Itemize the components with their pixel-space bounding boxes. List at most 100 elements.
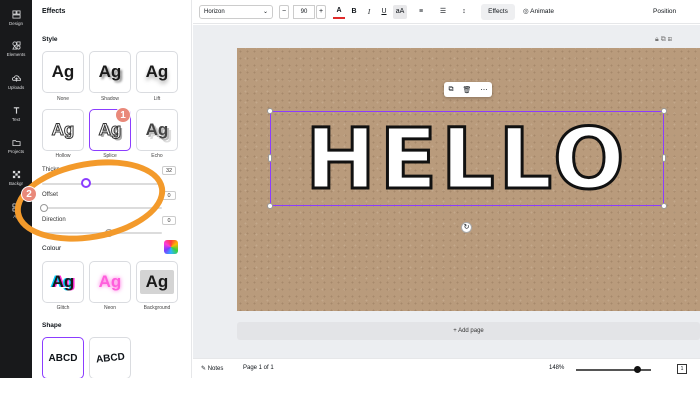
font-family-select[interactable]: Horizon ⌄ — [199, 5, 273, 19]
rail-item-text[interactable]: Text — [0, 106, 32, 122]
rail-label-projects: Projects — [7, 149, 25, 154]
style-label: Background — [143, 305, 171, 311]
shape-none[interactable]: ABCD — [42, 337, 84, 378]
style-label: Lift — [153, 96, 161, 102]
tile-preview: Ag — [51, 62, 75, 81]
shape-curve[interactable]: ABCD — [89, 337, 131, 378]
page-tools: 🔒︎ ⧉ ⊞ — [655, 36, 695, 46]
effects-button[interactable]: Effects — [481, 4, 515, 20]
rail-label-design: Design — [8, 21, 23, 26]
thickness-value[interactable]: 32 — [162, 166, 176, 175]
style-label: Shadow — [100, 96, 120, 102]
add-page-icon[interactable]: ⊞ — [668, 36, 672, 43]
style-label: Splice — [103, 153, 117, 159]
direction-value[interactable]: 0 — [162, 216, 176, 225]
italic-button[interactable]: I — [364, 5, 374, 19]
rail-label-elements: Elements — [6, 52, 26, 57]
rail-item-projects[interactable]: Projects — [0, 138, 32, 154]
resize-handle[interactable] — [267, 203, 273, 209]
lock-icon[interactable]: 🔒︎ — [655, 36, 659, 43]
panel-title: Effects — [42, 8, 66, 15]
selection-box — [270, 111, 664, 206]
rail-item-design[interactable]: Design — [0, 10, 32, 26]
text-icon — [12, 106, 21, 115]
tile-preview: Ag — [145, 62, 169, 81]
rail-item-uploads[interactable]: Uploads — [0, 74, 32, 90]
design-icon — [11, 10, 21, 19]
page-count-button[interactable]: 1 — [677, 364, 687, 374]
bottom-bar: ✎ Notes Page 1 of 1 148% 1 — [193, 358, 700, 378]
top-toolbar: Horizon ⌄ − 90 + A B I U aA ≡ ☰ ↕ Effect… — [193, 0, 700, 24]
annotation-marker-2: 2 — [21, 186, 37, 202]
notes-button[interactable]: ✎ Notes — [201, 365, 223, 372]
style-label: None — [57, 96, 69, 102]
animate-button[interactable]: ◎ Animate — [523, 4, 554, 20]
more-icon[interactable]: ⋯ — [480, 86, 487, 94]
elements-icon — [11, 41, 21, 50]
rail-item-background[interactable]: Backgr — [0, 170, 32, 186]
add-page-button[interactable]: + Add page — [237, 322, 700, 340]
thickness-slider-knob[interactable] — [81, 178, 91, 188]
font-size-increase-button[interactable]: + — [316, 5, 326, 19]
style-lift[interactable]: Ag — [136, 51, 178, 93]
uploads-icon — [11, 74, 21, 83]
style-glitch[interactable]: Ag — [42, 261, 84, 303]
resize-handle[interactable] — [267, 108, 273, 114]
resize-handle[interactable] — [268, 154, 272, 162]
style-section-title: Style — [42, 36, 58, 43]
chevron-down-icon: ⌄ — [262, 9, 268, 15]
shape-section-title: Shape — [42, 322, 62, 329]
duplicate-page-icon[interactable]: ⧉ — [661, 36, 666, 43]
letter-case-button[interactable]: aA — [393, 5, 407, 19]
resize-handle[interactable] — [661, 108, 667, 114]
style-shadow[interactable]: Ag — [89, 51, 131, 93]
resize-handle[interactable] — [662, 154, 666, 162]
text-color-button[interactable]: A — [333, 5, 345, 19]
align-center-icon[interactable]: ≡ — [416, 5, 426, 19]
rail-label-uploads: Uploads — [7, 85, 25, 90]
tile-preview: Ag — [51, 272, 75, 291]
colour-section-title: Colour — [42, 245, 62, 252]
tile-preview: Ag — [139, 270, 175, 294]
element-floating-toolbar: ⧉ 🗑︎ ⋯ — [444, 82, 492, 97]
notes-icon: ✎ — [201, 366, 207, 372]
underline-button[interactable]: U — [379, 5, 389, 19]
resize-handle[interactable] — [661, 203, 667, 209]
style-hollow[interactable]: Ag — [42, 109, 84, 151]
rail-label-background: Backgr — [8, 181, 23, 186]
shape-preview: ABCD — [48, 352, 78, 364]
copy-icon[interactable]: ⧉ — [449, 86, 454, 94]
style-background[interactable]: Ag — [136, 261, 178, 303]
tile-preview: Ag — [145, 120, 169, 139]
font-family-value: Horizon — [204, 9, 225, 15]
bold-button[interactable]: B — [349, 5, 359, 19]
annotation-marker-1: 1 — [115, 107, 131, 123]
tile-preview: Ag — [51, 120, 75, 140]
shape-preview: ABCD — [95, 351, 125, 365]
style-label: Glitch — [56, 305, 70, 311]
trash-icon[interactable]: 🗑︎ — [463, 86, 472, 94]
list-icon[interactable]: ☰ — [438, 5, 448, 19]
tile-preview: Ag — [98, 62, 122, 81]
zoom-level[interactable]: 148% — [549, 365, 564, 371]
rotate-icon[interactable]: ↻ — [461, 222, 472, 233]
rail-item-elements[interactable]: Elements — [0, 41, 32, 57]
colour-picker-swatch[interactable] — [164, 240, 178, 254]
spacing-icon[interactable]: ↕ — [459, 5, 469, 19]
rail-label-text: Text — [11, 117, 21, 122]
position-button[interactable]: Position — [653, 4, 676, 20]
zoom-slider-knob[interactable] — [634, 366, 641, 373]
page-indicator[interactable]: Page 1 of 1 — [243, 365, 274, 371]
style-neon[interactable]: Ag — [89, 261, 131, 303]
tile-preview: Ag — [98, 120, 122, 140]
style-label: Echo — [151, 153, 163, 159]
style-label: Neon — [104, 305, 116, 311]
font-size-decrease-button[interactable]: − — [279, 5, 289, 19]
style-none[interactable]: Ag — [42, 51, 84, 93]
projects-icon — [11, 138, 21, 147]
animate-icon: ◎ — [523, 8, 529, 15]
style-label: Hollow — [55, 153, 71, 159]
font-size-input[interactable]: 90 — [293, 5, 315, 19]
notes-label: Notes — [207, 366, 224, 372]
style-echo[interactable]: Ag — [136, 109, 178, 151]
